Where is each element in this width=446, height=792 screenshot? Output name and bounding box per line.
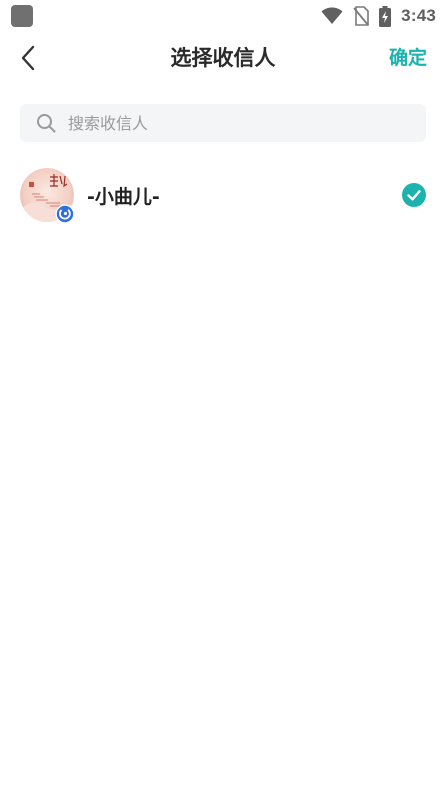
search-icon	[36, 113, 56, 133]
contact-name: -小曲儿-	[87, 186, 160, 208]
select-recipient-screen: 3:43 选择收信人 确定 搜索收信人 -小曲儿-	[0, 0, 446, 792]
battery-charging-icon	[379, 5, 392, 27]
confirm-button[interactable]: 确定	[389, 36, 427, 80]
back-button[interactable]	[14, 42, 42, 74]
status-bar: 3:43	[0, 0, 446, 32]
chevron-left-icon	[21, 45, 35, 71]
wifi-icon	[321, 7, 343, 24]
search-input[interactable]	[68, 108, 388, 138]
status-icons: 3:43	[321, 4, 436, 28]
no-sim-icon	[353, 6, 369, 26]
page-title: 选择收信人	[170, 46, 276, 70]
status-time: 3:43	[401, 6, 436, 25]
search-bar[interactable]	[20, 104, 426, 142]
contact-list-item[interactable]: -小曲儿-	[0, 164, 446, 228]
verified-badge-icon	[55, 204, 75, 224]
header: 选择收信人 确定	[0, 36, 446, 80]
selected-check-icon[interactable]	[402, 183, 426, 207]
app-notification-icon	[11, 5, 33, 27]
